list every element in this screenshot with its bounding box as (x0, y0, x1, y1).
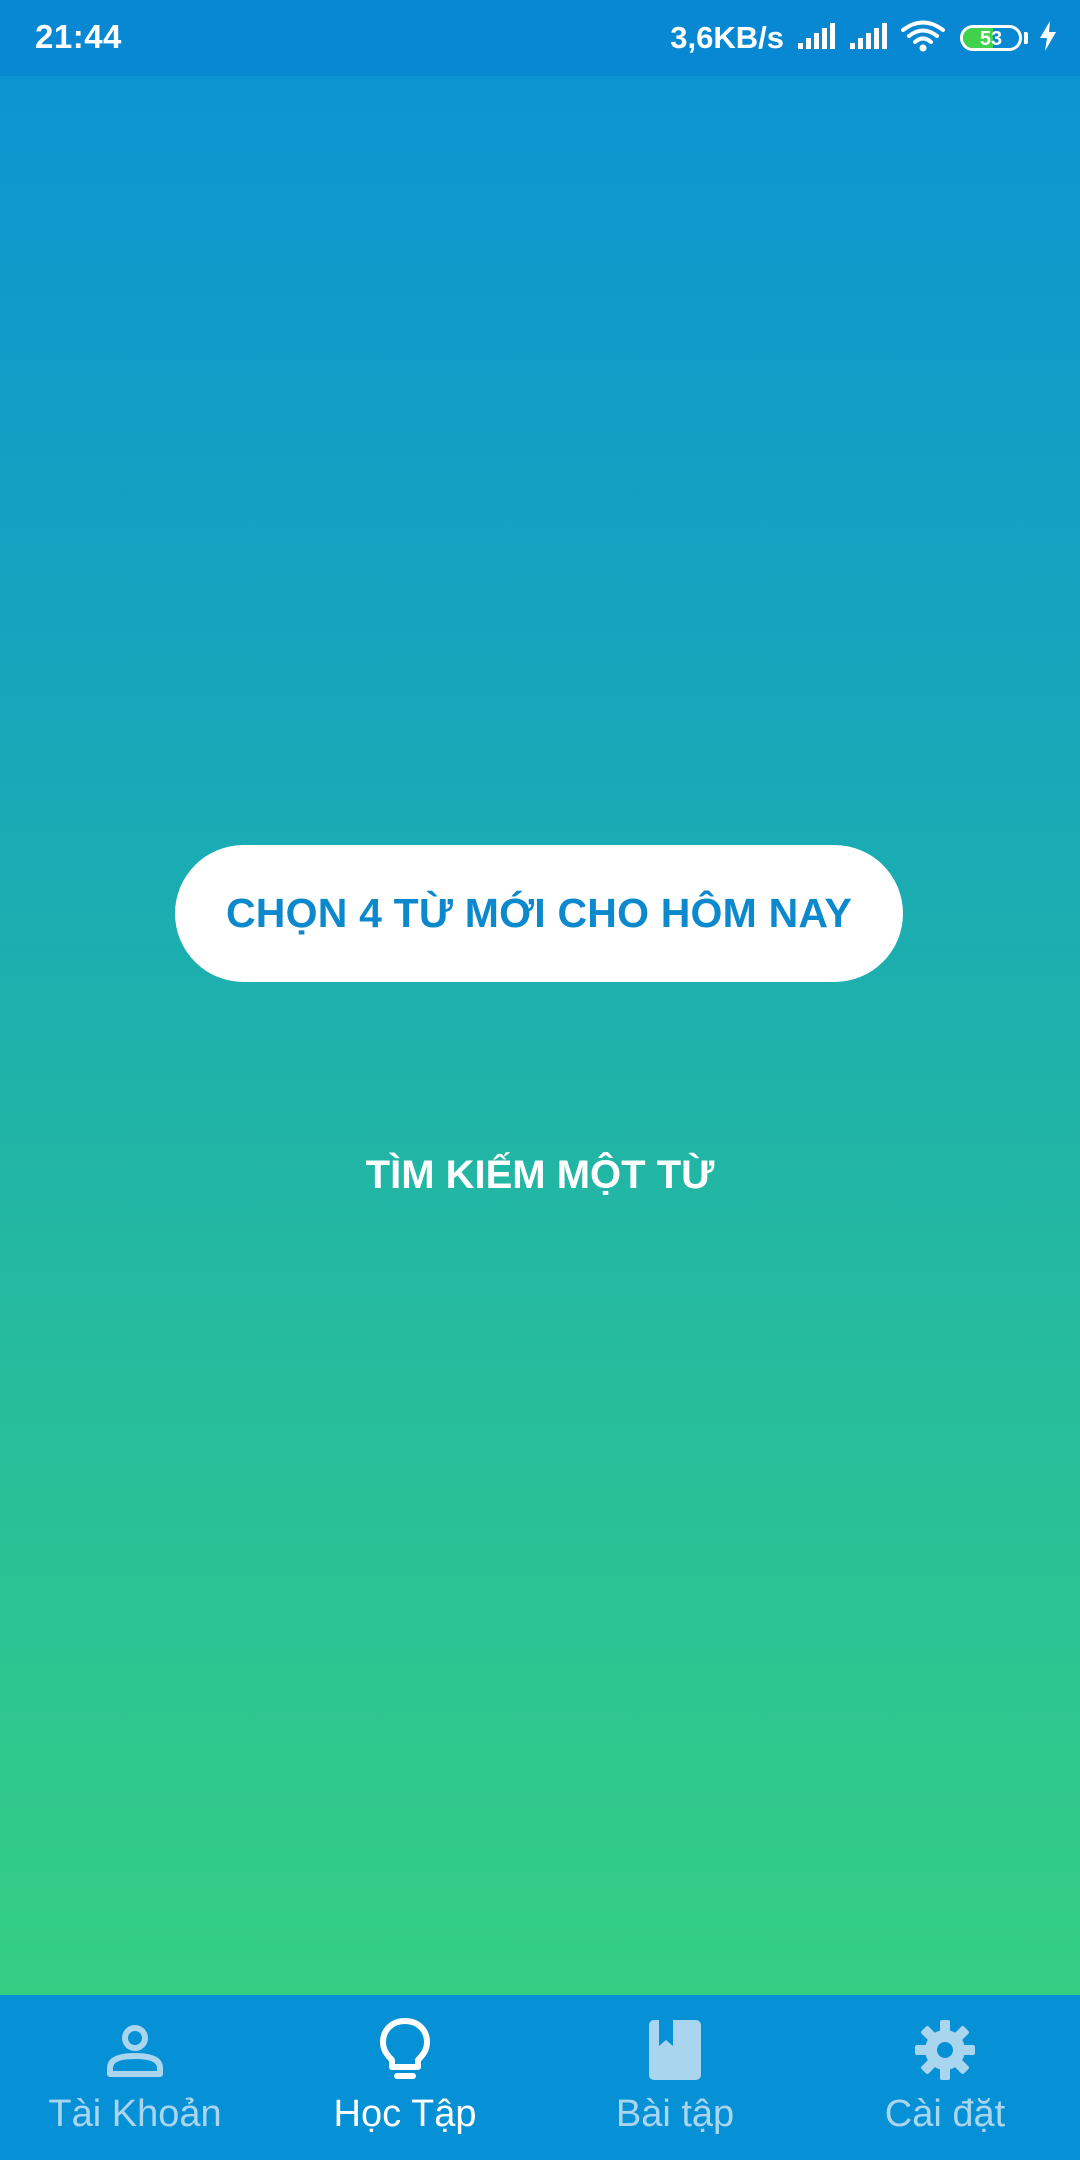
nav-label-learning: Học Tập (333, 2093, 477, 2135)
battery-icon: 53 (960, 25, 1022, 51)
signal-icon (848, 21, 890, 56)
lightbulb-icon (372, 2017, 438, 2083)
choose-new-words-button[interactable]: CHỌN 4 TỪ MỚI CHO HÔM NAY (175, 845, 903, 982)
nav-item-settings[interactable]: Cài đặt (810, 1995, 1080, 2160)
account-icon (102, 2017, 168, 2083)
status-bar: 21:44 3,6KB/s 53 (0, 0, 1080, 76)
learning-screen: 21:44 3,6KB/s 53 CHỌN 4 TỪ MỚI CHO HÔM N… (0, 0, 1080, 2160)
gear-icon (912, 2017, 978, 2083)
nav-label-settings: Cài đặt (884, 2093, 1006, 2135)
battery-tip (1024, 32, 1028, 44)
wifi-icon (900, 19, 946, 58)
battery-level: 53 (979, 28, 1003, 50)
nav-item-account[interactable]: Tài Khoản (0, 1995, 270, 2160)
status-indicators: 3,6KB/s 53 (670, 18, 1058, 58)
charging-bolt-icon (1038, 20, 1058, 57)
nav-item-learning[interactable]: Học Tập (270, 1995, 540, 2160)
status-time: 21:44 (35, 18, 122, 55)
nav-label-account: Tài Khoản (48, 2093, 222, 2135)
nav-label-exercises: Bài tập (615, 2093, 735, 2135)
bottom-navigation: Tài Khoản Học Tập Bài tập Cài đặt (0, 1995, 1080, 2160)
nav-item-exercises[interactable]: Bài tập (540, 1995, 810, 2160)
signal-icon (796, 21, 838, 56)
network-speed: 3,6KB/s (670, 20, 784, 55)
book-icon (642, 2017, 708, 2083)
search-word-button[interactable]: TÌM KIẾM MỘT TỪ (340, 1140, 740, 1210)
